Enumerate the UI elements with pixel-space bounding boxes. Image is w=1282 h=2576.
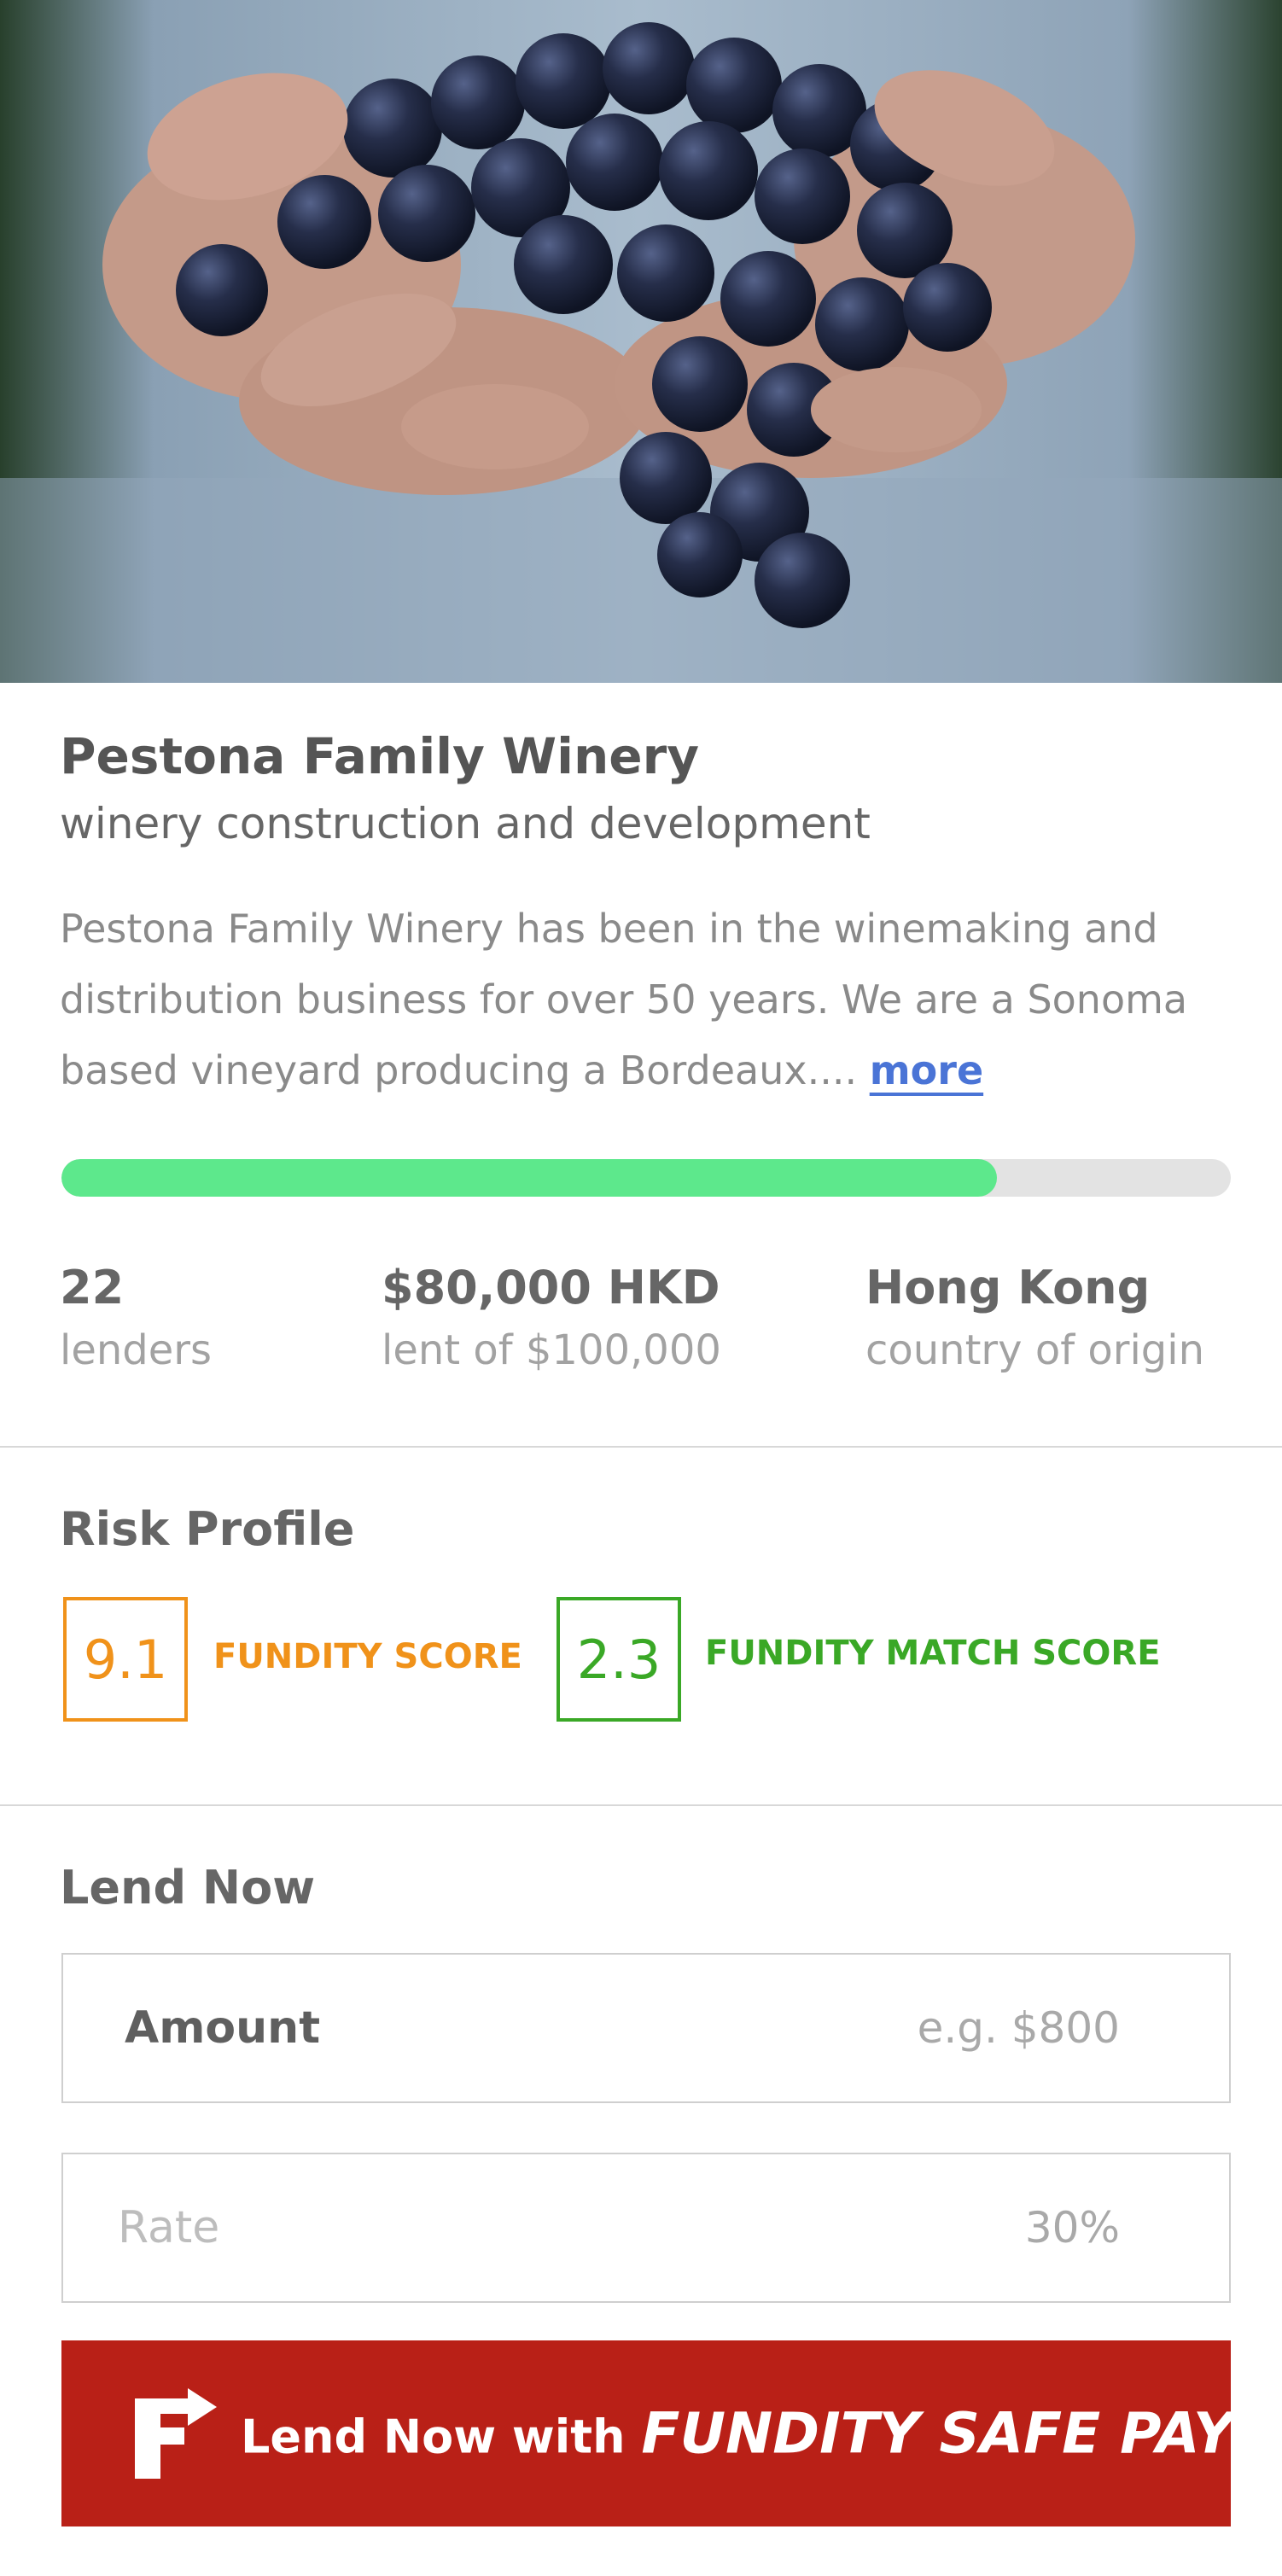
origin-label: country of origin <box>865 1326 1205 1374</box>
risk-profile-title: Risk Profile <box>60 1502 355 1556</box>
stat-amount: $80,000 HKD lent of $100,000 <box>382 1258 721 1383</box>
project-description: Pestona Family Winery has been in the wi… <box>60 894 1238 1106</box>
amount-label: lent of $100,000 <box>382 1326 721 1374</box>
hero-image <box>0 0 1282 683</box>
stat-origin: Hong Kong country of origin <box>865 1258 1204 1383</box>
project-subtitle: winery construction and development <box>60 799 871 848</box>
fundity-score-box: 9.1 <box>63 1597 188 1722</box>
divider <box>0 1804 1282 1806</box>
fundity-score-label: FUNDITY SCORE <box>213 1637 522 1676</box>
lend-button-text: Lend Now with FUNDITY SAFE PAY <box>241 2401 1234 2467</box>
project-title: Pestona Family Winery <box>60 727 700 785</box>
more-link[interactable]: more <box>870 1047 983 1093</box>
divider <box>0 1446 1282 1448</box>
match-score-label: FUNDITY MATCH SCORE <box>705 1634 1161 1673</box>
rate-field[interactable]: Rate 30% <box>61 2153 1231 2303</box>
lend-button-prefix: Lend Now with <box>241 2410 626 2464</box>
fundity-logo-icon <box>135 2388 217 2479</box>
lend-now-title: Lend Now <box>60 1861 316 1915</box>
lend-button-brand: FUNDITY SAFE PAY <box>641 2400 1234 2467</box>
fundity-score-value: 9.1 <box>83 1628 168 1691</box>
lenders-value: 22 <box>60 1261 125 1314</box>
amount-value: $80,000 HKD <box>382 1261 720 1314</box>
funding-progress-bar <box>61 1159 1231 1197</box>
origin-value: Hong Kong <box>865 1261 1151 1314</box>
match-score-value: 2.3 <box>576 1628 661 1691</box>
grapes-in-hands-image <box>0 0 1282 683</box>
stat-lenders: 22 lenders <box>60 1258 212 1383</box>
lenders-label: lenders <box>60 1326 213 1374</box>
match-score-box: 2.3 <box>557 1597 681 1722</box>
funding-progress-fill <box>61 1159 997 1197</box>
amount-field[interactable]: Amount e.g. $800 <box>61 1953 1231 2103</box>
project-description-text: Pestona Family Winery has been in the wi… <box>60 906 1188 1093</box>
lend-now-safe-pay-button[interactable]: Lend Now with FUNDITY SAFE PAY <box>61 2340 1234 2526</box>
